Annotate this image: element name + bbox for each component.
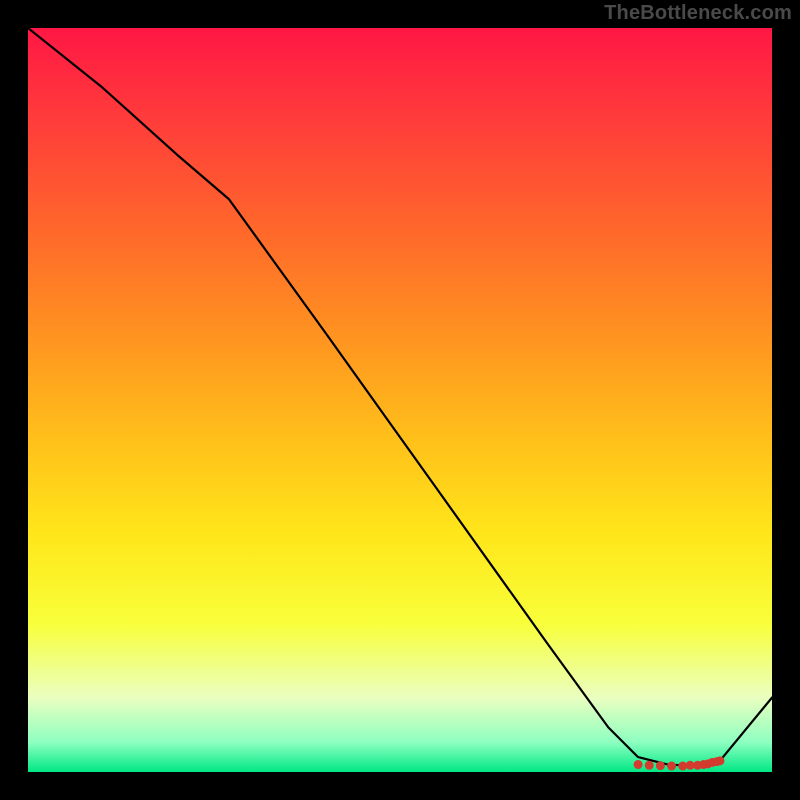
chart-svg <box>28 28 772 772</box>
chart-stage: TheBottleneck.com <box>0 0 800 800</box>
optimum-marker <box>645 761 654 770</box>
optimum-marker <box>656 761 665 770</box>
optimum-marker <box>634 760 643 769</box>
optimum-marker <box>715 756 724 765</box>
optimum-marker <box>667 762 676 771</box>
plot-area <box>28 28 772 772</box>
watermark-text: TheBottleneck.com <box>604 2 792 25</box>
gradient-background <box>28 28 772 772</box>
